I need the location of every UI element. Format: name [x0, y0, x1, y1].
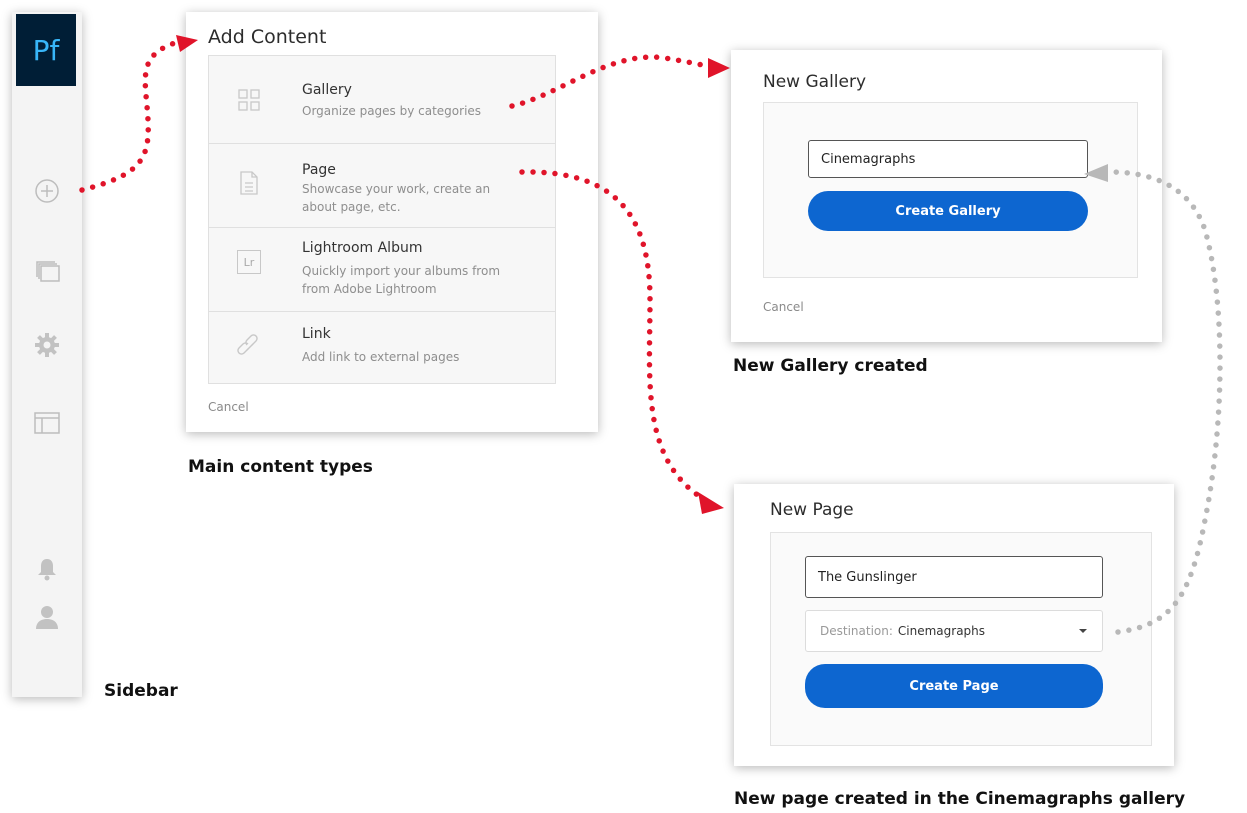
content-type-list: Gallery Organize pages by categories Pag…: [208, 55, 556, 384]
gallery-name-input[interactable]: Cinemagraphs: [808, 140, 1088, 178]
destination-select[interactable]: Destination: Cinemagraphs: [805, 610, 1103, 652]
dialog-title: Add Content: [208, 26, 327, 48]
create-gallery-button[interactable]: Create Gallery: [808, 191, 1088, 231]
sidebar-caption: Sidebar: [104, 681, 178, 701]
sidebar: Pf: [12, 12, 82, 697]
arrowhead-new-page: [698, 492, 724, 514]
page-document-icon: [237, 170, 261, 195]
arrowhead-new-gallery: [708, 58, 730, 78]
lightroom-album-label: Lightroom Album: [302, 240, 423, 256]
gallery-label: Gallery: [302, 82, 352, 98]
settings-gear-icon[interactable]: [32, 330, 62, 360]
link-icon: [237, 334, 261, 358]
layout-icon[interactable]: [32, 408, 62, 438]
page-name-input[interactable]: The Gunslinger: [805, 556, 1103, 598]
add-content-dialog: Add Content Gallery Organize pages by ca…: [186, 12, 598, 432]
pages-stack-icon[interactable]: [32, 256, 62, 286]
notifications-bell-icon[interactable]: [32, 554, 62, 584]
create-page-button[interactable]: Create Page: [805, 664, 1103, 708]
content-type-link[interactable]: Link Add link to external pages: [209, 312, 555, 385]
new-page-caption: New page created in the Cinemagraphs gal…: [734, 789, 1186, 809]
add-content-icon[interactable]: [32, 176, 62, 206]
chevron-down-icon: [1078, 625, 1088, 639]
new-gallery-caption: New Gallery created: [733, 356, 928, 376]
main-content-types-caption: Main content types: [188, 457, 373, 477]
cancel-link[interactable]: Cancel: [763, 300, 804, 314]
content-type-page[interactable]: Page Showcase your work, create an about…: [209, 144, 555, 228]
dialog-title: New Gallery: [763, 72, 867, 92]
new-page-dialog: New Page The Gunslinger Destination: Cin…: [734, 484, 1174, 766]
portfolio-logo: Pf: [16, 14, 76, 86]
lightroom-album-description: Quickly import your albums from from Ado…: [302, 264, 501, 296]
cancel-link[interactable]: Cancel: [208, 400, 249, 414]
gallery-grid-icon: [237, 88, 261, 112]
destination-value: Cinemagraphs: [897, 624, 986, 638]
destination-label: Destination:: [820, 624, 893, 638]
arrow-sidebar-to-add-content: [79, 39, 181, 193]
new-gallery-dialog: New Gallery Cinemagraphs Create Gallery …: [731, 50, 1162, 342]
dialog-title: New Page: [770, 500, 854, 520]
content-type-gallery[interactable]: Gallery Organize pages by categories: [209, 56, 555, 144]
gallery-description: Organize pages by categories: [302, 104, 482, 118]
page-label: Page: [302, 162, 336, 178]
page-description: Showcase your work, create an about page…: [302, 182, 491, 214]
lightroom-icon: Lr: [237, 250, 261, 274]
gallery-form-box: Cinemagraphs Create Gallery: [763, 102, 1138, 278]
user-profile-icon[interactable]: [32, 602, 62, 632]
link-label: Link: [302, 326, 331, 342]
page-form-box: The Gunslinger Destination: Cinemagraphs…: [770, 532, 1152, 746]
content-type-lightroom-album[interactable]: Lr Lightroom Album Quickly import your a…: [209, 228, 555, 312]
link-description: Add link to external pages: [302, 350, 460, 364]
